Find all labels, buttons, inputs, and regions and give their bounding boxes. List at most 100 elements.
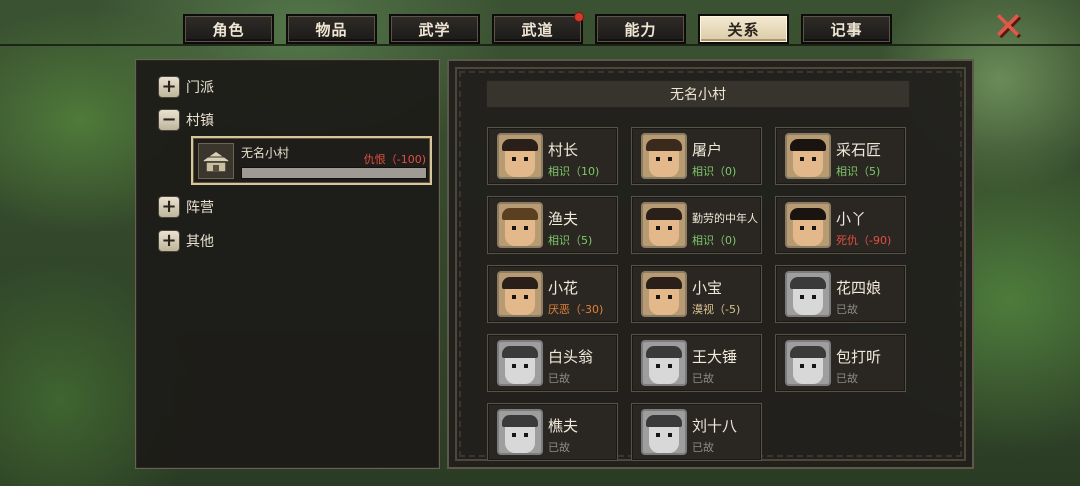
npc-portrait bbox=[497, 202, 543, 248]
top-bar-divider bbox=[0, 44, 1080, 46]
face-icon bbox=[790, 139, 826, 177]
tree-item-faction[interactable]: + 阵营 bbox=[158, 195, 214, 219]
npc-name: 包打听 bbox=[836, 348, 882, 366]
face-icon bbox=[646, 208, 682, 246]
npc-card[interactable]: 王大锤 已故 bbox=[631, 334, 762, 392]
npc-portrait bbox=[497, 340, 543, 386]
expand-icon[interactable]: + bbox=[158, 76, 180, 98]
npc-name: 勤劳的中年人 bbox=[692, 212, 758, 225]
face-icon bbox=[790, 277, 826, 315]
npc-card[interactable]: 采石匠相识（5) bbox=[775, 127, 906, 185]
tab-journal[interactable]: 记事 bbox=[801, 14, 892, 44]
npc-relation-status: 相识（0) bbox=[692, 234, 737, 247]
npc-card[interactable]: 樵夫 已故 bbox=[487, 403, 618, 461]
npc-relation-status: 已故 bbox=[692, 372, 714, 385]
npc-name: 渔夫 bbox=[548, 210, 579, 228]
face-icon bbox=[646, 139, 682, 177]
npc-portrait bbox=[497, 133, 543, 179]
npc-portrait bbox=[785, 271, 831, 317]
tab-character[interactable]: 角色 bbox=[183, 14, 274, 44]
npc-card[interactable]: 小丫死仇（-90) bbox=[775, 196, 906, 254]
npc-card[interactable]: 渔夫 相识（5) bbox=[487, 196, 618, 254]
npc-relation-status: 死仇（-90) bbox=[836, 234, 892, 247]
npc-portrait bbox=[641, 271, 687, 317]
village-entry[interactable]: 无名小村 仇恨（-100) bbox=[191, 136, 432, 185]
face-icon bbox=[646, 277, 682, 315]
village-relation-status: 仇恨（-100) bbox=[363, 153, 426, 166]
village-name: 无名小村 bbox=[241, 146, 290, 160]
npc-name: 小宝 bbox=[692, 279, 723, 297]
npc-name: 樵夫 bbox=[548, 417, 579, 435]
npc-relations-panel: 无名小村 村长 相识（10) 屠户 相识（0) 采石匠 相识（5) 渔夫 相识（5) 勤劳的中年… bbox=[447, 59, 974, 469]
face-icon bbox=[790, 208, 826, 246]
tree-item-village[interactable]: − 村镇 bbox=[158, 108, 214, 132]
face-icon bbox=[646, 415, 682, 453]
npc-portrait bbox=[641, 340, 687, 386]
tab-items[interactable]: 物品 bbox=[286, 14, 377, 44]
npc-relation-status: 相识（10) bbox=[548, 165, 600, 178]
npc-relation-status: 已故 bbox=[548, 441, 570, 454]
npc-name: 王大锤 bbox=[692, 348, 738, 366]
category-tree-panel: + 门派 − 村镇 无名小村 仇恨（-100) + 阵营 + 其他 bbox=[135, 59, 440, 469]
tab-martial-way[interactable]: 武道 bbox=[492, 12, 584, 44]
npc-name: 白头翁 bbox=[548, 348, 594, 366]
tab-martial-arts[interactable]: 武学 bbox=[389, 14, 480, 44]
npc-card[interactable]: 村长相识（10) bbox=[487, 127, 618, 185]
npc-card[interactable]: 花四娘 已故 bbox=[775, 265, 906, 323]
collapse-icon[interactable]: − bbox=[158, 109, 180, 131]
npc-card[interactable]: 刘十八 已故 bbox=[631, 403, 762, 461]
npc-portrait bbox=[641, 202, 687, 248]
face-icon bbox=[502, 208, 538, 246]
tree-item-other[interactable]: + 其他 bbox=[158, 229, 214, 253]
house-icon bbox=[198, 143, 234, 179]
expand-icon[interactable]: + bbox=[158, 230, 180, 252]
tab-bar: 角色 物品 武学 武道 能力 关系 记事 bbox=[183, 12, 892, 44]
expand-icon[interactable]: + bbox=[158, 196, 180, 218]
npc-relation-status: 相识（5) bbox=[836, 165, 881, 178]
npc-relation-status: 相识（0) bbox=[692, 165, 737, 178]
npc-name: 花四娘 bbox=[836, 279, 882, 297]
npc-portrait bbox=[785, 202, 831, 248]
region-title: 无名小村 bbox=[486, 80, 910, 108]
npc-card[interactable]: 小宝漠视（-5) bbox=[631, 265, 762, 323]
face-icon bbox=[502, 277, 538, 315]
npc-relation-status: 已故 bbox=[836, 372, 858, 385]
face-icon bbox=[646, 346, 682, 384]
npc-name: 屠户 bbox=[692, 141, 723, 159]
npc-portrait bbox=[641, 409, 687, 455]
npc-relation-status: 厌恶（-30) bbox=[548, 303, 604, 316]
notification-badge bbox=[574, 12, 584, 22]
face-icon bbox=[790, 346, 826, 384]
npc-relation-status: 已故 bbox=[836, 303, 858, 316]
tree-item-label: 阵营 bbox=[186, 200, 214, 216]
npc-portrait bbox=[497, 271, 543, 317]
tree-item-label: 门派 bbox=[186, 80, 214, 96]
npc-card[interactable]: 白头翁 已故 bbox=[487, 334, 618, 392]
face-icon bbox=[502, 139, 538, 177]
npc-portrait bbox=[785, 340, 831, 386]
npc-portrait bbox=[785, 133, 831, 179]
npc-portrait bbox=[641, 133, 687, 179]
npc-name: 小丫 bbox=[836, 210, 867, 228]
tree-item-sect[interactable]: + 门派 bbox=[158, 75, 214, 99]
npc-portrait bbox=[497, 409, 543, 455]
npc-name: 刘十八 bbox=[692, 417, 738, 435]
npc-card[interactable]: 小花厌恶（-30) bbox=[487, 265, 618, 323]
npc-name: 小花 bbox=[548, 279, 579, 297]
npc-name: 采石匠 bbox=[836, 141, 882, 159]
npc-name: 村长 bbox=[548, 141, 579, 159]
face-icon bbox=[502, 346, 538, 384]
npc-card[interactable]: 屠户相识（0) bbox=[631, 127, 762, 185]
face-icon bbox=[502, 415, 538, 453]
npc-relation-status: 已故 bbox=[548, 372, 570, 385]
tree-item-label: 其他 bbox=[186, 234, 214, 250]
close-icon[interactable]: ✕ bbox=[990, 7, 1026, 45]
npc-card[interactable]: 勤劳的中年人 相识（0) bbox=[631, 196, 762, 254]
tab-abilities[interactable]: 能力 bbox=[595, 14, 686, 44]
npc-relation-status: 漠视（-5) bbox=[692, 303, 741, 316]
npc-card[interactable]: 包打听 已故 bbox=[775, 334, 906, 392]
tree-item-label: 村镇 bbox=[186, 113, 214, 129]
relation-bar bbox=[241, 167, 427, 179]
npc-relation-status: 已故 bbox=[692, 441, 714, 454]
tab-relations[interactable]: 关系 bbox=[698, 14, 789, 44]
